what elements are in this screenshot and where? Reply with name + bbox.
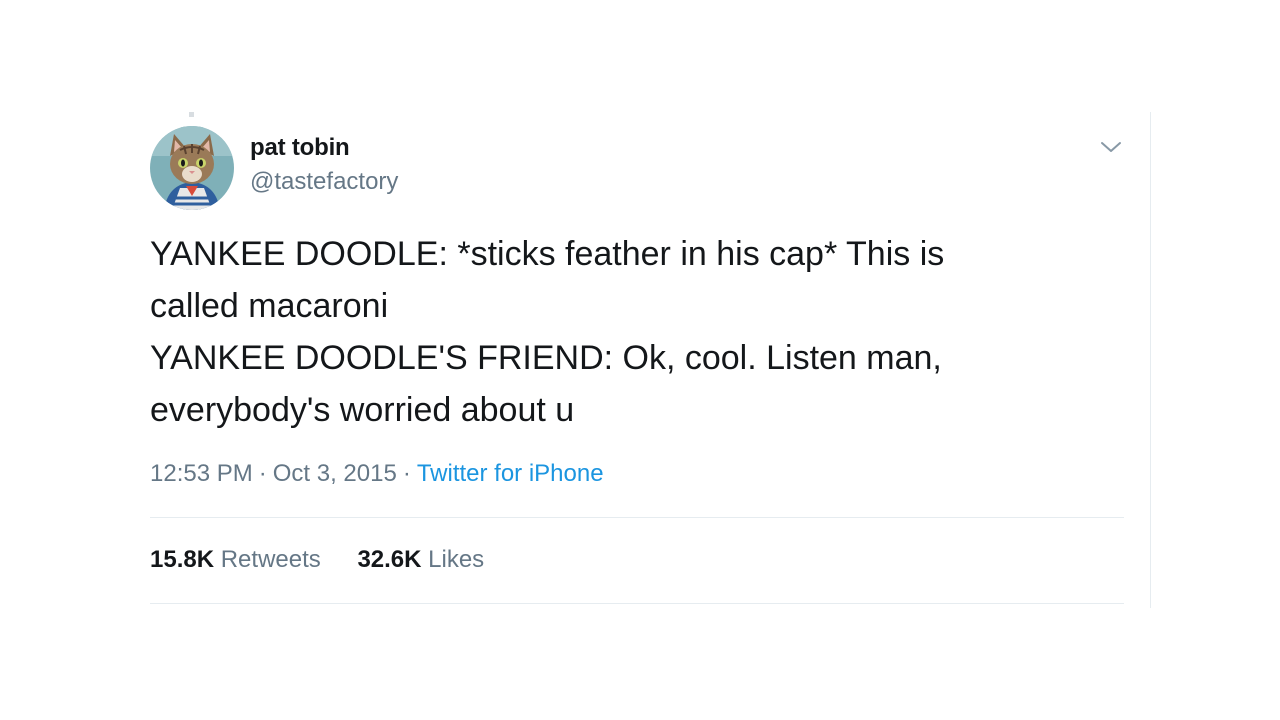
tweet-time[interactable]: 12:53 PM [150, 460, 253, 487]
likes-label: Likes [428, 546, 485, 573]
tweet-page: pat tobin @tastefactory YANKEE DOODLE: *… [0, 0, 1280, 720]
author-handle[interactable]: @tastefactory [250, 168, 398, 196]
likes-count: 32.6K [357, 546, 422, 573]
likes-stat[interactable]: 32.6K Likes [357, 546, 484, 574]
divider [150, 517, 1124, 518]
divider [150, 603, 1124, 604]
avatar[interactable] [150, 126, 234, 210]
tweet-menu-button[interactable] [1098, 136, 1124, 158]
retweets-label: Retweets [220, 546, 321, 573]
tweet-text-line: everybody's worried about u [150, 391, 575, 429]
meta-separator: · [258, 460, 267, 487]
chevron-down-icon [1101, 142, 1121, 152]
retweets-stat[interactable]: 15.8K Retweets [150, 546, 321, 574]
tweet-source-link[interactable]: Twitter for iPhone [417, 460, 604, 487]
author-name[interactable]: pat tobin [250, 134, 350, 162]
tweet-date[interactable]: Oct 3, 2015 [273, 460, 397, 487]
tweet-text-line: called macaroni [150, 287, 389, 325]
decorative-dot [189, 112, 194, 117]
tweet-stats: 15.8K Retweets 32.6K Likes [150, 546, 514, 574]
meta-separator: · [402, 460, 411, 487]
retweets-count: 15.8K [150, 546, 215, 573]
tweet-text: YANKEE DOODLE: *sticks feather in his ca… [150, 228, 1110, 436]
kitten-avatar-icon [150, 126, 234, 210]
tweet-meta: 12:53 PM · Oct 3, 2015 · Twitter for iPhone [150, 460, 604, 488]
tweet-text-line: YANKEE DOODLE: *sticks feather in his ca… [150, 235, 945, 273]
column-divider [1150, 112, 1151, 608]
tweet-text-line: YANKEE DOODLE'S FRIEND: Ok, cool. Listen… [150, 339, 942, 377]
